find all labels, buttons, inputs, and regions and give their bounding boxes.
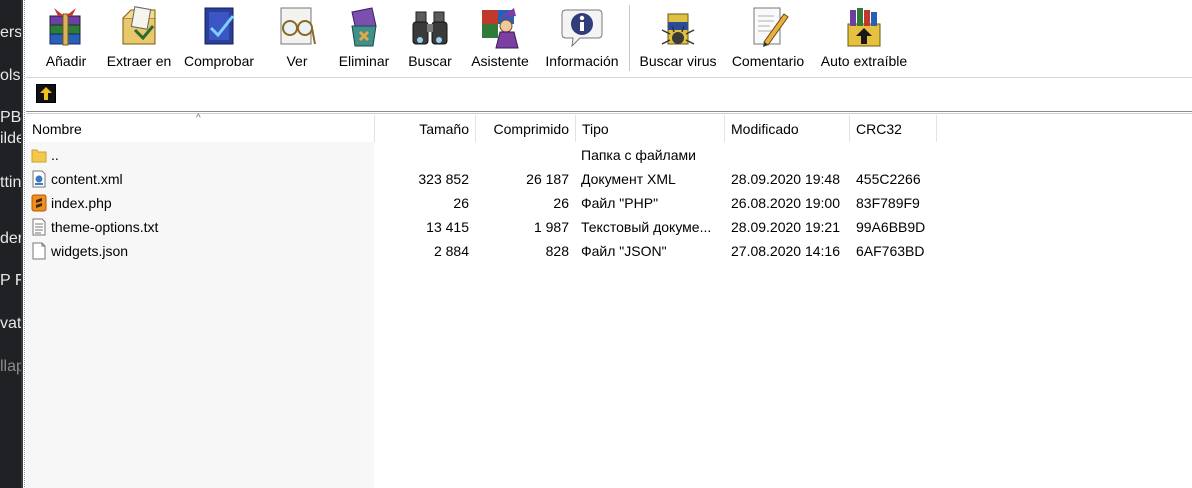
background-text: llap — [0, 358, 23, 375]
info-icon — [561, 9, 603, 48]
background-text: ttin — [0, 174, 22, 191]
background-text: P Fi — [0, 272, 23, 289]
column-header-modified[interactable]: Modificado — [725, 115, 850, 142]
info-button-label: Información — [545, 53, 619, 69]
test-icon — [204, 7, 235, 45]
xml-file-icon — [32, 170, 46, 188]
delete-button[interactable]: Eliminar — [332, 0, 396, 76]
up-folder-button[interactable] — [36, 84, 56, 103]
address-divider — [26, 111, 1192, 112]
file-row[interactable]: widgets.json 2 884 828 Файл "JSON" 27.08… — [26, 239, 1192, 263]
background-window-strip: ers ols PBa ilde ttin der P Fi vat llap — [0, 0, 23, 488]
file-modified: 27.08.2020 14:16 — [731, 243, 840, 259]
sort-ascending-icon: ^ — [196, 113, 201, 124]
extract-to-button[interactable]: Extraer en — [103, 0, 175, 76]
file-packed-size: 26 187 — [526, 171, 569, 187]
json-file-icon — [32, 242, 46, 260]
column-size-label: Tamaño — [419, 121, 469, 137]
file-row[interactable]: index.php 26 26 Файл "PHP" 26.08.2020 19… — [26, 191, 1192, 215]
toolbar-divider — [26, 77, 1192, 78]
column-header-type[interactable]: Tipo — [576, 115, 725, 142]
delete-button-label: Eliminar — [338, 53, 390, 69]
file-modified: 26.08.2020 19:00 — [731, 195, 840, 211]
background-text: der — [0, 230, 23, 247]
file-type: Файл "JSON" — [581, 243, 667, 259]
wizard-icon — [482, 8, 519, 49]
column-packed-label: Comprimido — [493, 121, 569, 137]
file-packed-size: 1 987 — [533, 219, 569, 235]
view-button-label: Ver — [286, 53, 308, 69]
column-header-crc32[interactable]: CRC32 — [850, 115, 937, 142]
column-header-packed[interactable]: Comprimido — [476, 115, 576, 142]
comment-button[interactable]: Comentario — [726, 0, 810, 76]
file-type: Папка с файлами — [581, 147, 696, 163]
extract-to-button-label: Extraer en — [106, 53, 172, 69]
comment-icon — [753, 7, 789, 47]
file-modified: 28.09.2020 19:21 — [731, 219, 840, 235]
find-button-label: Buscar — [408, 53, 452, 69]
file-name: theme-options.txt — [51, 219, 159, 235]
file-row[interactable]: theme-options.txt 13 415 1 987 Текстовый… — [26, 215, 1192, 239]
file-name: index.php — [51, 195, 112, 211]
file-name: content.xml — [51, 171, 123, 187]
column-type-label: Tipo — [582, 121, 609, 137]
file-packed-size: 26 — [553, 195, 569, 211]
sfx-button[interactable]: Auto extraíble — [814, 0, 914, 76]
file-name: widgets.json — [51, 243, 129, 259]
file-crc32: 83F789F9 — [856, 195, 920, 211]
comment-button-label: Comentario — [731, 53, 805, 69]
file-size: 26 — [453, 195, 469, 211]
test-button[interactable]: Comprobar — [178, 0, 260, 76]
file-crc32: 99A6BB9D — [856, 219, 926, 235]
window-border — [24, 0, 25, 488]
file-name: .. — [51, 147, 59, 163]
view-icon — [280, 7, 316, 45]
folder-icon — [31, 149, 47, 163]
virus-scan-icon — [661, 13, 695, 45]
virus-scan-button-label: Buscar virus — [639, 53, 717, 69]
toolbar-separator — [629, 5, 630, 71]
column-modified-label: Modificado — [731, 121, 799, 137]
file-size: 13 415 — [426, 219, 469, 235]
extract-icon — [122, 6, 156, 45]
info-button[interactable]: Información — [538, 0, 626, 76]
find-icon — [412, 11, 448, 45]
virus-scan-button[interactable]: Buscar virus — [636, 0, 720, 76]
php-file-icon — [31, 194, 47, 212]
toolbar: Añadir Extraer en Comprobar Ver Eliminar… — [26, 0, 1192, 76]
column-name-label: Nombre — [32, 121, 82, 137]
background-text: PBa — [0, 109, 23, 126]
column-header-size[interactable]: Tamaño — [375, 115, 476, 142]
background-text: ols — [0, 67, 21, 84]
background-text: vat — [0, 315, 22, 332]
file-size: 323 852 — [418, 171, 469, 187]
wizard-button-label: Asistente — [471, 53, 529, 69]
column-crc32-label: CRC32 — [856, 121, 902, 137]
file-list-header: Nombre ^ Tamaño Comprimido Tipo Modifica… — [26, 113, 1192, 142]
text-file-icon — [32, 218, 46, 236]
file-type: Текстовый докуме... — [581, 219, 712, 235]
file-crc32: 6AF763BD — [856, 243, 925, 259]
wizard-button[interactable]: Asistente — [466, 0, 534, 76]
test-button-label: Comprobar — [183, 53, 255, 69]
column-header-name[interactable]: Nombre ^ — [26, 113, 375, 142]
sfx-icon — [847, 8, 881, 47]
add-archive-icon — [49, 8, 81, 46]
file-crc32: 455C2266 — [856, 171, 921, 187]
sfx-button-label: Auto extraíble — [820, 53, 908, 69]
view-button[interactable]: Ver — [266, 0, 328, 76]
file-packed-size: 828 — [545, 243, 569, 259]
background-text: ers — [0, 24, 23, 41]
add-button[interactable]: Añadir — [30, 0, 102, 76]
file-modified: 28.09.2020 19:48 — [731, 171, 840, 187]
file-row-parent[interactable]: .. Папка с файлами — [26, 143, 1192, 167]
file-row[interactable]: content.xml 323 852 26 187 Документ XML … — [26, 167, 1192, 191]
find-button[interactable]: Buscar — [400, 0, 460, 76]
file-type: Файл "PHP" — [581, 195, 659, 211]
add-button-label: Añadir — [45, 53, 87, 69]
delete-icon — [351, 7, 377, 47]
file-size: 2 884 — [433, 243, 469, 259]
background-text: ilde — [0, 130, 23, 147]
file-type: Документ XML — [581, 171, 676, 187]
